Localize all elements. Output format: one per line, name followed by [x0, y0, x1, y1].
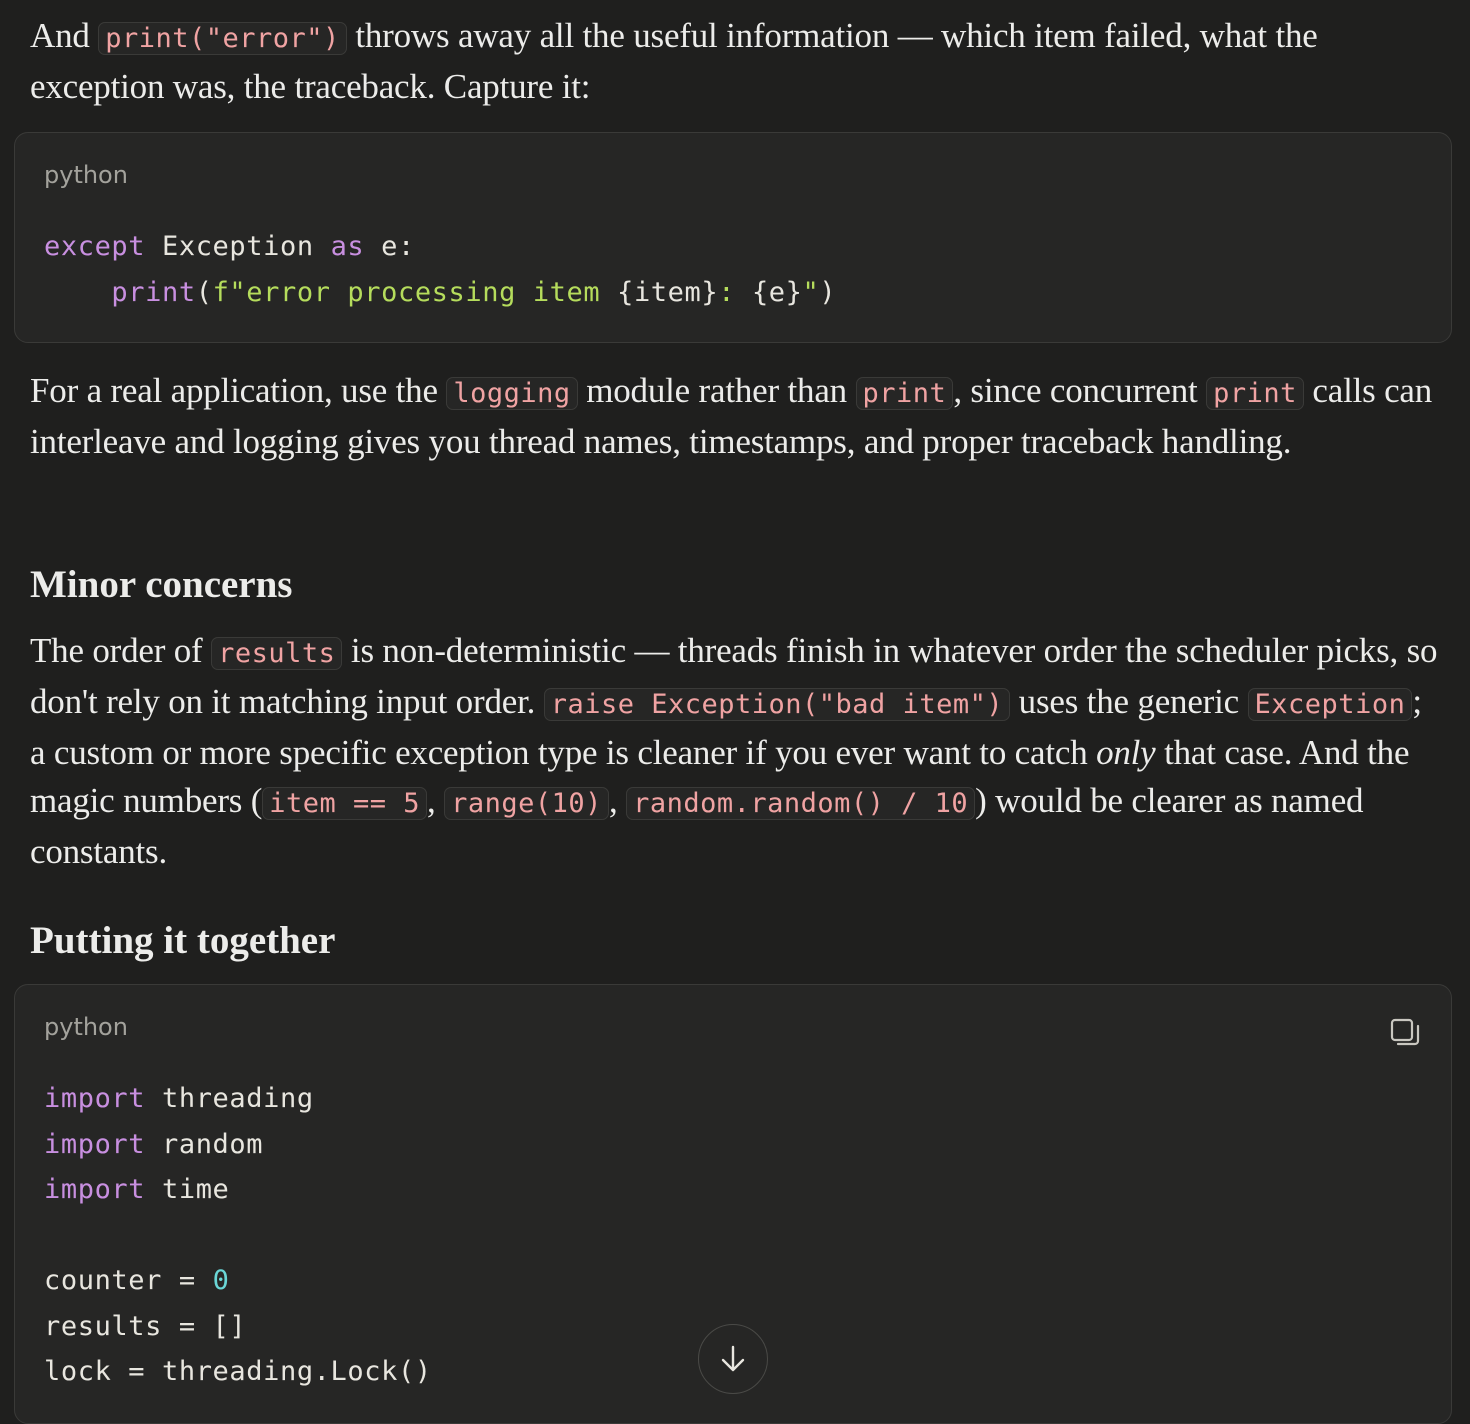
copy-icon [1390, 1018, 1420, 1046]
inline-code: results [211, 637, 343, 670]
code-content[interactable]: import threading import random import ti… [44, 1076, 432, 1395]
code-language-label: python [44, 1013, 128, 1041]
inline-code: random.random() / 10 [626, 787, 976, 820]
text: , [427, 781, 445, 820]
inline-code: print [1206, 377, 1304, 410]
code-token: results = [] [44, 1310, 247, 1342]
code-token: 0 [212, 1265, 230, 1296]
text: , [608, 781, 627, 820]
code-token: ( [195, 276, 213, 308]
code-token: import [44, 1128, 146, 1160]
heading-minor-concerns: Minor concerns [30, 563, 293, 606]
arrow-down-icon [721, 1345, 745, 1372]
text: , since concurrent [953, 371, 1207, 410]
emphasis: only [1096, 733, 1156, 772]
paragraph-minor-concerns: The order of results is non-deterministi… [0, 627, 1470, 876]
code-token: ) [819, 276, 837, 308]
text: module rather than [577, 371, 856, 410]
code-token: print [111, 276, 196, 308]
code-token: " [802, 276, 820, 308]
inline-code: logging [446, 377, 578, 410]
code-token: import [44, 1174, 146, 1205]
code-token: {item} [617, 276, 719, 308]
code-token: counter = [44, 1265, 213, 1296]
scroll-to-bottom-button[interactable] [698, 1324, 768, 1394]
code-token: except [44, 231, 146, 262]
code-token: : [718, 276, 752, 308]
code-token: lock = threading.Lock() [44, 1356, 432, 1387]
code-token: {e} [751, 276, 803, 308]
code-token: threading [145, 1083, 314, 1114]
inline-code: item == 5 [262, 787, 428, 820]
code-block-except: python except Exception as e: print(f"er… [14, 132, 1452, 343]
code-token: time [145, 1174, 230, 1205]
code-token: import [44, 1083, 146, 1114]
text: For a real application, use the [30, 371, 447, 410]
code-token: random [145, 1128, 264, 1160]
heading-putting-together: Putting it together [30, 919, 336, 962]
code-token: f"error processing item [212, 276, 618, 308]
inline-code: print("error") [98, 22, 347, 55]
text: uses the generic [1010, 682, 1248, 721]
text: The order of [30, 631, 212, 670]
paragraph-error-print: And print("error") throws away all the u… [0, 12, 1470, 111]
paragraph-logging: For a real application, use the logging … [0, 367, 1470, 466]
code-token: e: [364, 231, 415, 262]
code-token: as [330, 231, 365, 262]
inline-code: range(10) [444, 787, 609, 820]
code-token: Exception [145, 231, 331, 262]
inline-code: raise Exception("bad item") [543, 688, 1011, 721]
code-language-label: python [44, 161, 128, 189]
copy-button[interactable] [1389, 1017, 1421, 1049]
inline-code: Exception [1247, 688, 1413, 721]
text: And [30, 16, 99, 55]
inline-code: print [855, 377, 954, 410]
code-content[interactable]: except Exception as e: print(f"error pro… [44, 224, 836, 315]
